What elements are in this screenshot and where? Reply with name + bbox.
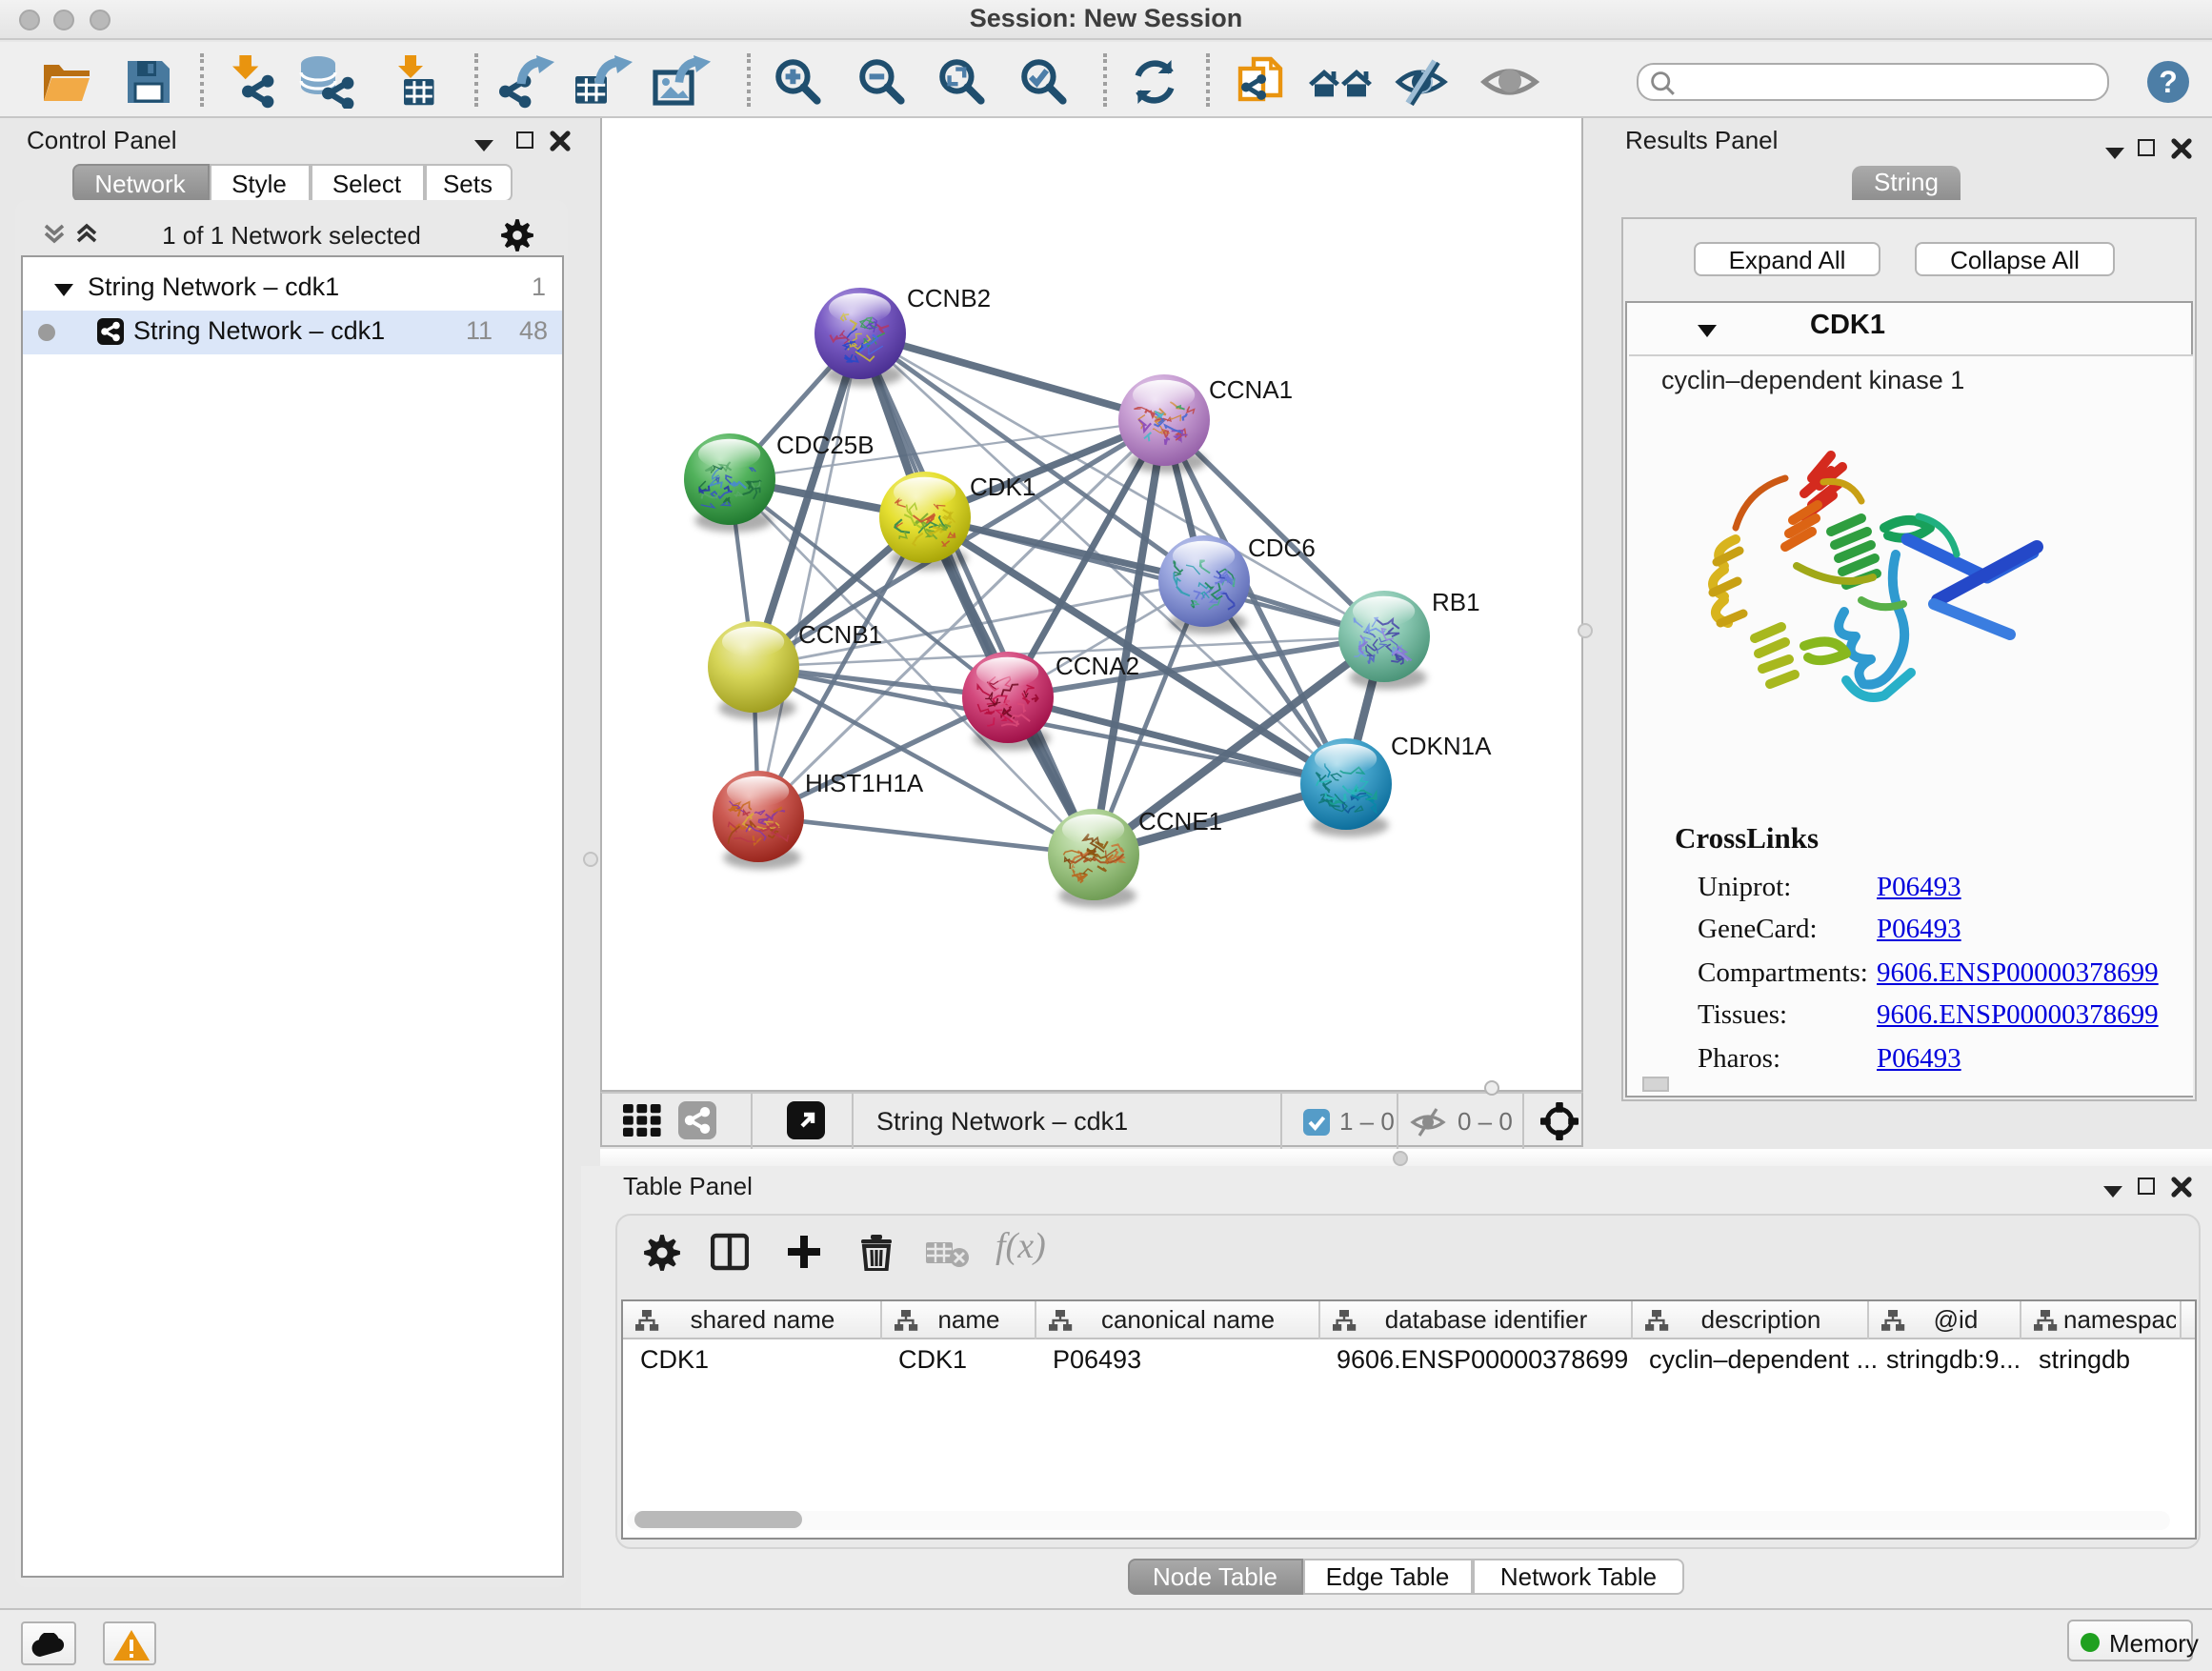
svg-text:CCNA1: CCNA1: [1209, 375, 1293, 404]
svg-text:CDKN1A: CDKN1A: [1391, 732, 1492, 760]
svg-text:RB1: RB1: [1432, 588, 1480, 616]
svg-text:CCNE1: CCNE1: [1138, 807, 1222, 836]
svg-text:CCNB2: CCNB2: [907, 284, 991, 312]
svg-text:CDC25B: CDC25B: [776, 431, 875, 459]
svg-text:CDK1: CDK1: [970, 473, 1036, 501]
svg-text:CDC6: CDC6: [1248, 534, 1316, 562]
svg-text:CCNB1: CCNB1: [798, 620, 882, 649]
svg-text:HIST1H1A: HIST1H1A: [805, 769, 924, 797]
svg-text:CCNA2: CCNA2: [1056, 652, 1139, 680]
